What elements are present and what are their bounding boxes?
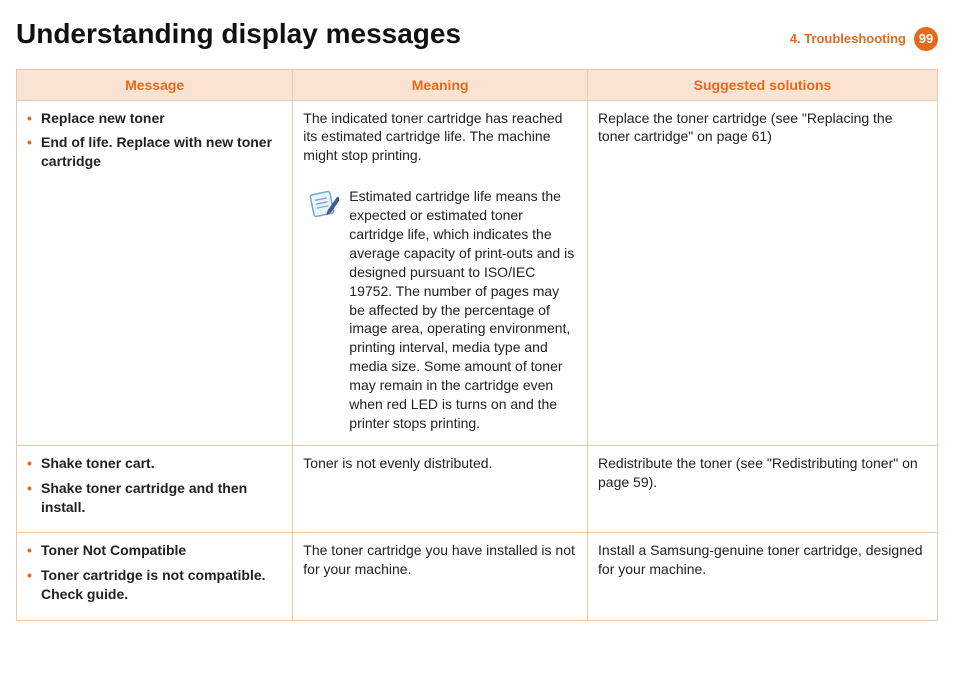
cell-message: Replace new toner End of life. Replace w… [17, 100, 293, 445]
table-row: Shake toner cart. Shake toner cartridge … [17, 445, 938, 533]
table-row: Toner Not Compatible Toner cartridge is … [17, 533, 938, 621]
page-number-badge: 99 [914, 27, 938, 51]
info-note: Estimated cartridge life means the expec… [303, 183, 577, 435]
message-item: Toner Not Compatible [27, 541, 282, 560]
page-header: Understanding display messages 4. Troubl… [16, 18, 938, 51]
message-list: Shake toner cart. Shake toner cartridge … [27, 454, 282, 517]
cell-solution: Redistribute the toner (see "Redistribut… [588, 445, 938, 533]
message-item: Shake toner cartridge and then install. [27, 479, 282, 517]
col-header-message: Message [17, 69, 293, 100]
note-icon [305, 189, 339, 224]
col-header-solutions: Suggested solutions [588, 69, 938, 100]
note-text: Estimated cartridge life means the expec… [349, 187, 575, 433]
cell-message: Toner Not Compatible Toner cartridge is … [17, 533, 293, 621]
message-list: Replace new toner End of life. Replace w… [27, 109, 282, 172]
message-item: End of life. Replace with new toner cart… [27, 133, 282, 171]
breadcrumb: 4. Troubleshooting 99 [790, 27, 938, 51]
table-row: Replace new toner End of life. Replace w… [17, 100, 938, 445]
cell-meaning: The indicated toner cartridge has reache… [293, 100, 588, 445]
cell-meaning: Toner is not evenly distributed. [293, 445, 588, 533]
cell-solution: Install a Samsung-genuine toner cartridg… [588, 533, 938, 621]
document-page: Understanding display messages 4. Troubl… [0, 0, 954, 641]
section-label: 4. Troubleshooting [790, 31, 906, 46]
message-item: Replace new toner [27, 109, 282, 128]
col-header-meaning: Meaning [293, 69, 588, 100]
meaning-text: The indicated toner cartridge has reache… [303, 109, 577, 166]
messages-table: Message Meaning Suggested solutions Repl… [16, 69, 938, 622]
message-item: Shake toner cart. [27, 454, 282, 473]
cell-solution: Replace the toner cartridge (see "Replac… [588, 100, 938, 445]
cell-message: Shake toner cart. Shake toner cartridge … [17, 445, 293, 533]
cell-meaning: The toner cartridge you have installed i… [293, 533, 588, 621]
message-item: Toner cartridge is not compatible. Check… [27, 566, 282, 604]
message-list: Toner Not Compatible Toner cartridge is … [27, 541, 282, 604]
table-header-row: Message Meaning Suggested solutions [17, 69, 938, 100]
page-title: Understanding display messages [16, 18, 461, 50]
